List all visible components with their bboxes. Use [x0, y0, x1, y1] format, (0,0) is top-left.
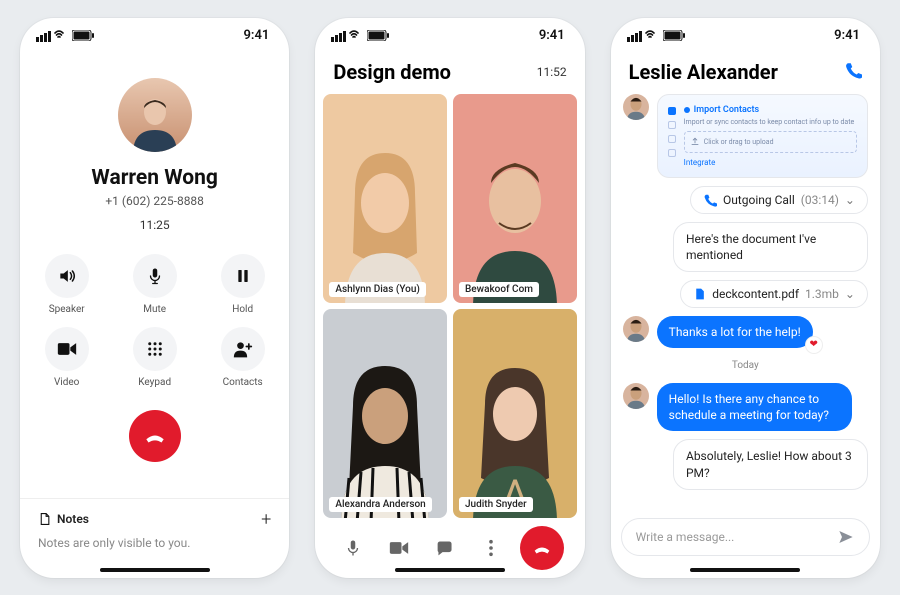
dock-mic-button[interactable] [336, 531, 370, 565]
add-note-button[interactable]: + [261, 509, 271, 530]
dock-video-button[interactable] [382, 531, 416, 565]
phone-call-screen: 9:41 Warren Wong +1 (602) 225-8888 11:25… [20, 18, 289, 578]
pause-icon [235, 267, 251, 285]
contacts-button[interactable]: Contacts [212, 327, 274, 388]
contact-avatar [623, 94, 649, 120]
more-vertical-icon [488, 539, 494, 557]
chevron-down-icon: ⌄ [845, 193, 855, 207]
video-icon [57, 341, 77, 357]
call-timer: 11:25 [140, 218, 170, 232]
video-icon [389, 540, 409, 556]
phone-down-icon [531, 537, 553, 559]
message-incoming: Hello! Is there any chance to schedule a… [657, 383, 852, 431]
keypad-icon [146, 340, 164, 358]
contact-avatar [623, 383, 649, 409]
call-contact-button[interactable] [844, 61, 862, 83]
participants-grid: Ashlynn Dias (You) Bewakoof Com Alexandr… [315, 94, 584, 518]
meeting-title: Design demo [333, 60, 451, 84]
status-time: 9:41 [539, 28, 565, 43]
note-icon [38, 512, 51, 526]
add-contact-icon [233, 340, 253, 358]
file-icon [693, 287, 706, 301]
send-icon[interactable] [837, 529, 855, 545]
caller-number: +1 (602) 225-8888 [105, 194, 204, 208]
status-bar: 9:41 [611, 18, 880, 54]
notes-label: Notes [57, 512, 89, 526]
speaker-button[interactable]: Speaker [36, 254, 98, 315]
status-time: 9:41 [244, 28, 270, 43]
participant-tile[interactable]: A Judith Snyder [453, 309, 577, 518]
caller-avatar [118, 78, 192, 152]
hang-up-button[interactable] [129, 410, 181, 462]
home-indicator[interactable] [100, 568, 210, 572]
contact-avatar [623, 316, 649, 342]
notes-panel: Notes + Notes are only visible to you. [20, 498, 289, 550]
meeting-timer: 11:52 [537, 65, 567, 79]
caller-name: Warren Wong [91, 166, 217, 190]
status-icons [627, 30, 685, 42]
dock-more-button[interactable] [474, 531, 508, 565]
video-button[interactable]: Video [36, 327, 98, 388]
message-incoming: Thanks a lot for the help!❤ [657, 316, 813, 348]
phone-icon [844, 61, 862, 79]
call-controls: Speaker Mute Hold Video Keypad Contacts [36, 254, 274, 388]
participant-name: Ashlynn Dias (You) [329, 282, 426, 297]
import-contacts-card[interactable]: Import Contacts Import or sync contacts … [657, 94, 868, 178]
status-time: 9:41 [834, 28, 860, 43]
keypad-button[interactable]: Keypad [124, 327, 186, 388]
hold-button[interactable]: Hold [212, 254, 274, 315]
participant-name: Alexandra Anderson [329, 497, 431, 512]
speaker-icon [57, 266, 77, 286]
participant-name: Judith Snyder [459, 497, 533, 512]
dock-chat-button[interactable] [428, 531, 462, 565]
call-log-chip[interactable]: Outgoing Call (03:14) ⌄ [690, 186, 868, 214]
phone-video-meeting: 9:41 Design demo 11:52 Ashlynn Dias (You… [315, 18, 584, 578]
phone-chat-screen: 9:41 Leslie Alexander Import Contacts Im… [611, 18, 880, 578]
home-indicator[interactable] [690, 568, 800, 572]
mic-icon [344, 538, 362, 558]
participant-tile[interactable]: Alexandra Anderson [323, 309, 447, 518]
message-row: Import Contacts Import or sync contacts … [623, 94, 868, 178]
mic-icon [146, 266, 164, 286]
chat-title: Leslie Alexander [629, 60, 778, 84]
status-icons [331, 30, 389, 42]
status-bar: 9:41 [20, 18, 289, 54]
chevron-down-icon: ⌄ [845, 287, 855, 301]
notes-hint: Notes are only visible to you. [38, 536, 271, 550]
dock-hangup-button[interactable] [520, 526, 564, 570]
phone-down-icon [142, 423, 168, 449]
home-indicator[interactable] [395, 568, 505, 572]
message-row: Hello! Is there any chance to schedule a… [623, 383, 868, 431]
participant-tile[interactable]: Ashlynn Dias (You) [323, 94, 447, 303]
call-out-icon [703, 193, 717, 207]
message-composer[interactable]: Write a message... [621, 518, 870, 556]
message-row: Thanks a lot for the help!❤ [623, 316, 868, 348]
composer-placeholder: Write a message... [636, 530, 735, 544]
status-icons [36, 30, 94, 42]
date-separator: Today [623, 360, 868, 371]
message-outgoing: Here's the document I've mentioned [673, 222, 868, 272]
status-bar: 9:41 [315, 18, 584, 54]
participant-tile[interactable]: Bewakoof Com [453, 94, 577, 303]
participant-name: Bewakoof Com [459, 282, 539, 297]
chat-icon [435, 539, 455, 557]
heart-reaction-icon[interactable]: ❤ [805, 336, 823, 354]
file-attachment-chip[interactable]: deckcontent.pdf 1.3mb ⌄ [680, 280, 868, 308]
mute-button[interactable]: Mute [124, 254, 186, 315]
message-outgoing: Absolutely, Leslie! How about 3 PM? [673, 439, 868, 489]
